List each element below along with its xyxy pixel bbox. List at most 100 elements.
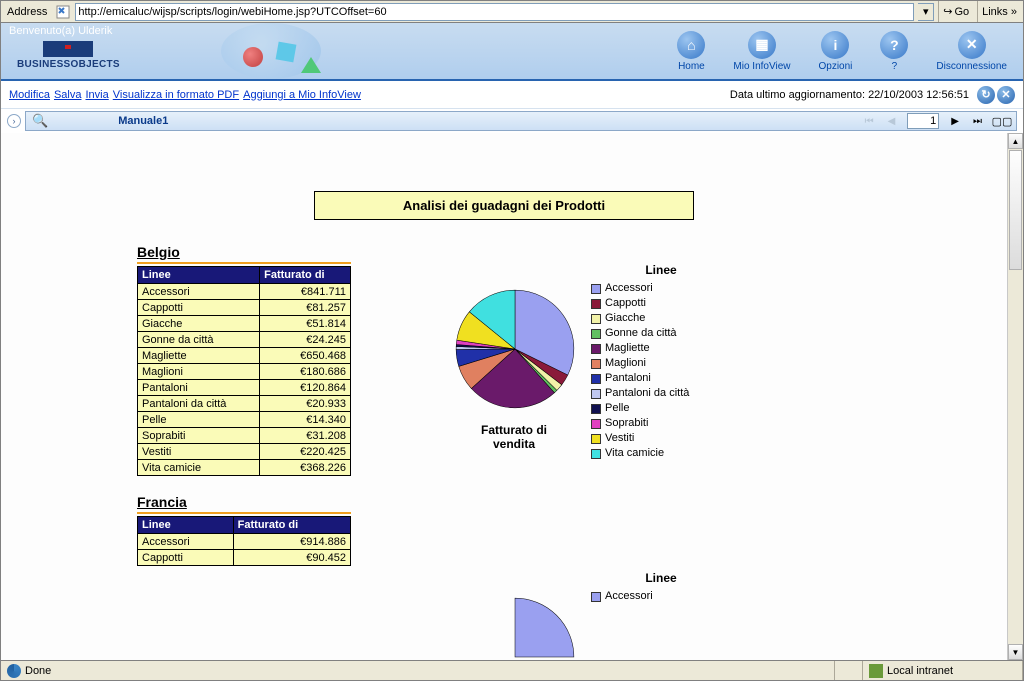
disconnect-button[interactable]: ✕ Disconnessione: [936, 31, 1007, 72]
country-heading: Francia: [137, 494, 983, 510]
vertical-scrollbar[interactable]: ▲ ▼: [1007, 133, 1023, 660]
view-pdf-link[interactable]: Visualizza in formato PDF: [113, 89, 239, 101]
help-button[interactable]: ? ?: [880, 31, 908, 72]
table-row: Cappotti€90.452: [138, 550, 351, 566]
pie-chart-francia: Linee Accessori: [441, 571, 741, 604]
legend-item: Gonne da città: [591, 326, 741, 341]
cell-label: Giacche: [138, 316, 260, 332]
modify-link[interactable]: Modifica: [9, 89, 50, 101]
home-button[interactable]: ⌂ Home: [677, 31, 705, 72]
go-button[interactable]: ↪ Go: [938, 1, 973, 22]
cell-label: Magliette: [138, 348, 260, 364]
legend-swatch: [591, 389, 601, 399]
view-mode-icon[interactable]: ▢▢: [994, 114, 1010, 128]
cell-value: €31.208: [260, 428, 351, 444]
table-row: Vestiti€220.425: [138, 444, 351, 460]
cell-value: €14.340: [260, 412, 351, 428]
scroll-thumb[interactable]: [1009, 150, 1022, 270]
legend-item: Giacche: [591, 311, 741, 326]
country-section: Francia LineeFatturato diAccessori€914.88…: [137, 494, 983, 566]
cell-label: Vita camicie: [138, 460, 260, 476]
address-dropdown[interactable]: ▾: [918, 3, 934, 21]
table-row: Maglioni€180.686: [138, 364, 351, 380]
legend-item: Accessori: [591, 589, 741, 604]
legend-swatch: [591, 299, 601, 309]
legend-item: Pantaloni: [591, 371, 741, 386]
legend-swatch: [591, 592, 601, 602]
legend-item: Soprabiti: [591, 416, 741, 431]
cell-label: Cappotti: [138, 550, 234, 566]
table-row: Pantaloni da città€20.933: [138, 396, 351, 412]
scroll-up-icon[interactable]: ▲: [1008, 133, 1023, 149]
legend-label: Cappotti: [605, 296, 646, 311]
welcome-text: Benvenuto(a) Ulderik: [9, 25, 112, 37]
col-lines: Linee: [138, 517, 234, 534]
address-bar: Address ▾ ↪ Go Links »: [1, 1, 1023, 23]
legend-label: Gonne da città: [605, 326, 677, 341]
scroll-down-icon[interactable]: ▼: [1008, 644, 1023, 660]
address-input[interactable]: [75, 3, 914, 21]
add-infoview-link[interactable]: Aggiungi a Mio InfoView: [243, 89, 361, 101]
disconnect-icon: ✕: [958, 31, 986, 59]
legend-swatch: [591, 434, 601, 444]
col-lines: Linee: [138, 267, 260, 284]
table-row: Accessori€914.886: [138, 534, 351, 550]
col-revenue: Fatturato di: [233, 517, 350, 534]
legend-label: Vestiti: [605, 431, 634, 446]
cell-label: Maglioni: [138, 364, 260, 380]
cell-value: €90.452: [233, 550, 350, 566]
logo: BUSINESSOBJECTS: [17, 41, 120, 70]
legend-item: Vestiti: [591, 431, 741, 446]
legend-swatch: [591, 359, 601, 369]
next-page-icon[interactable]: ▶: [949, 116, 961, 127]
legend-label: Maglioni: [605, 356, 646, 371]
cell-label: Accessori: [138, 534, 234, 550]
cell-label: Pelle: [138, 412, 260, 428]
cell-label: Pantaloni da città: [138, 396, 260, 412]
links-button[interactable]: Links »: [977, 1, 1021, 22]
infoview-button[interactable]: ▦ Mio InfoView: [733, 31, 790, 72]
pie-chart-belgio: Linee Fatturato di vendita AccessoriCapp…: [441, 263, 741, 461]
report-viewport: Analisi dei guadagni dei Prodotti Belgio…: [1, 133, 1007, 660]
help-icon: ?: [880, 31, 908, 59]
refresh-icon[interactable]: ↻: [977, 86, 995, 104]
close-report-icon[interactable]: ✕: [997, 86, 1015, 104]
pie-caption: Fatturato di vendita: [459, 423, 569, 451]
options-button[interactable]: i Opzioni: [818, 31, 852, 72]
legend-swatch: [591, 419, 601, 429]
pie-graphic: [451, 285, 579, 413]
page-icon: [55, 4, 71, 20]
document-title: Manuale1: [118, 115, 168, 127]
security-zone: Local intranet: [863, 661, 1023, 680]
zone-icon: [869, 664, 883, 678]
legend-title: Linee: [581, 263, 741, 277]
legend-swatch: [591, 374, 601, 384]
save-link[interactable]: Salva: [54, 89, 82, 101]
home-icon: ⌂: [677, 31, 705, 59]
table-row: Accessori€841.711: [138, 284, 351, 300]
cell-value: €120.864: [260, 380, 351, 396]
legend-label: Pantaloni: [605, 371, 651, 386]
legend-item: Vita camicie: [591, 446, 741, 461]
report-title: Analisi dei guadagni dei Prodotti: [314, 191, 694, 220]
page-input[interactable]: [907, 113, 939, 129]
legend-label: Accessori: [605, 281, 653, 296]
search-icon[interactable]: 🔍: [32, 113, 48, 129]
legend-label: Pantaloni da città: [605, 386, 689, 401]
action-toolbar: Modifica Salva Invia Visualizza in forma…: [1, 81, 1023, 109]
legend-swatch: [591, 404, 601, 414]
col-revenue: Fatturato di: [260, 267, 351, 284]
legend-swatch: [591, 284, 601, 294]
cell-value: €81.257: [260, 300, 351, 316]
cell-value: €24.245: [260, 332, 351, 348]
legend-label: Magliette: [605, 341, 650, 356]
legend-label: Vita camicie: [605, 446, 664, 461]
legend-label: Accessori: [605, 589, 653, 604]
address-label: Address: [3, 6, 51, 18]
last-page-icon[interactable]: ⏭: [971, 116, 984, 127]
first-page-icon: ⏮: [863, 116, 876, 127]
table-row: Magliette€650.468: [138, 348, 351, 364]
panel-expand-icon[interactable]: ›: [7, 114, 21, 128]
cell-label: Vestiti: [138, 444, 260, 460]
send-link[interactable]: Invia: [86, 89, 109, 101]
